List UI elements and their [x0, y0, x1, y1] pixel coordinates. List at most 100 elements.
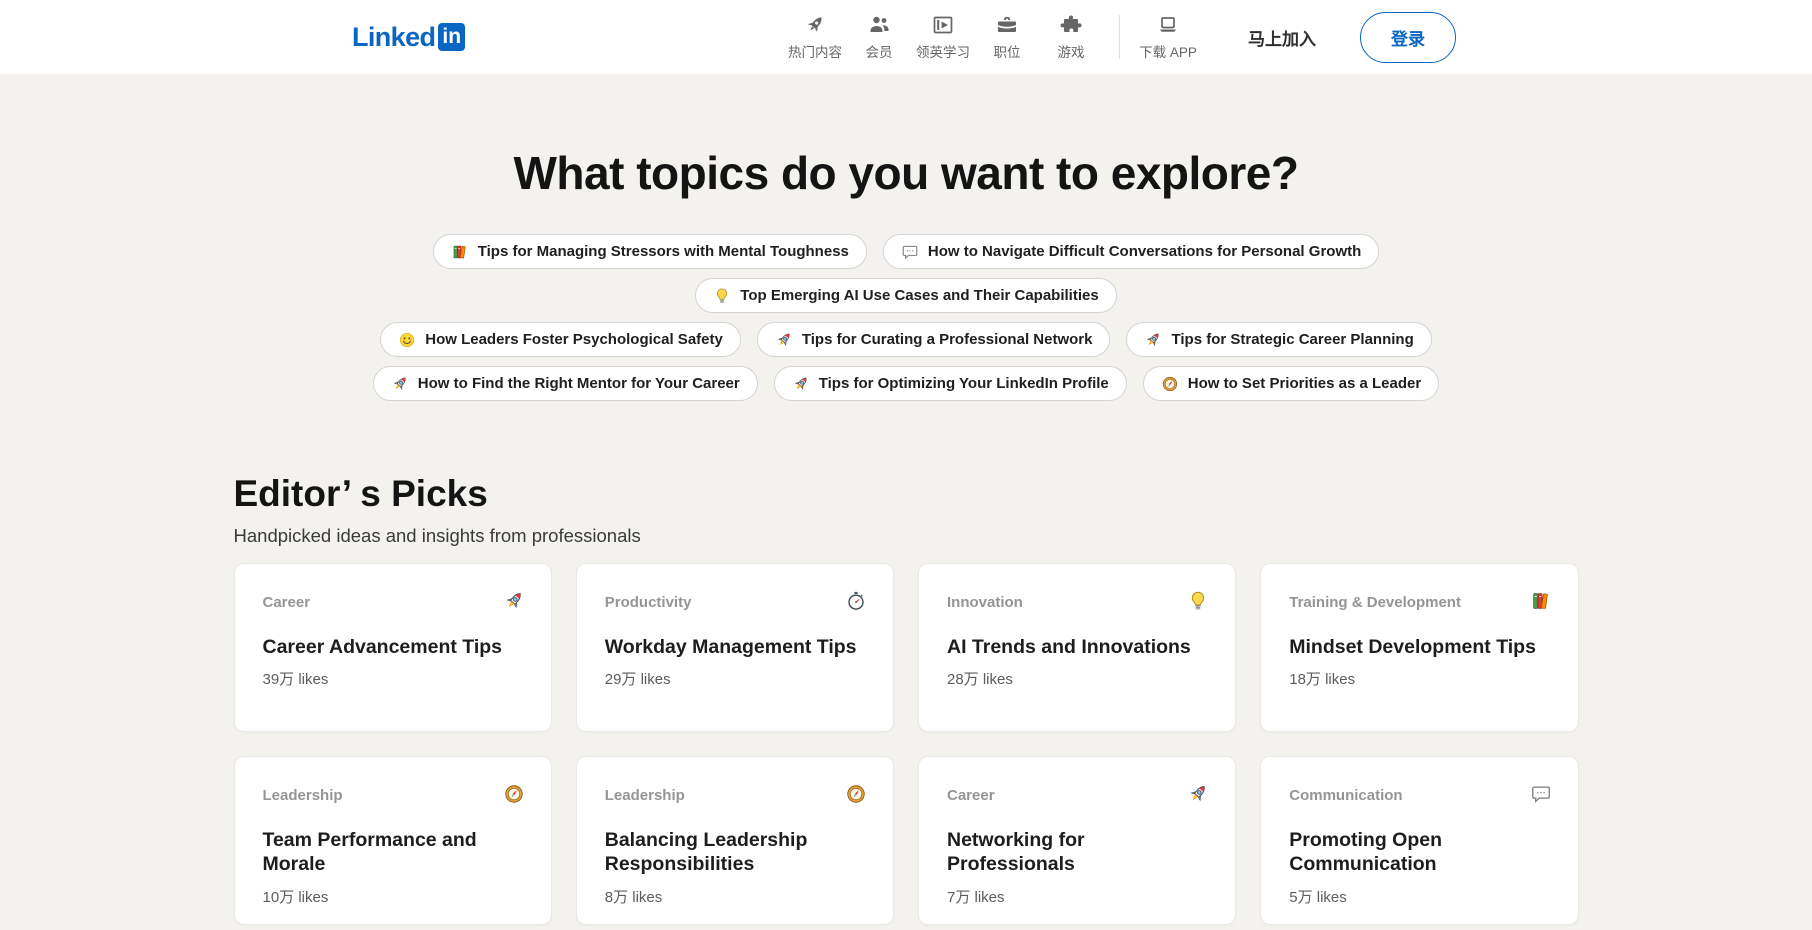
topic-pill[interactable]: How to Navigate Difficult Conversations …	[883, 234, 1379, 269]
card-title: Balancing Leadership Responsibilities	[605, 828, 865, 877]
topic-pill-label: How to Set Priorities as a Leader	[1188, 375, 1421, 392]
books-icon	[1530, 590, 1552, 612]
explore-topics-section: What topics do you want to explore? Tips…	[0, 74, 1812, 401]
compass-icon	[1161, 375, 1179, 393]
card-title: AI Trends and Innovations	[947, 635, 1207, 659]
card-category: Productivity	[605, 594, 865, 611]
learning-icon	[931, 13, 955, 37]
card-category: Communication	[1289, 787, 1549, 804]
card-likes-count: 29万 likes	[605, 668, 865, 689]
rocket-icon	[775, 331, 793, 349]
editors-pick-card[interactable]: Training & Development Mindset Developme…	[1260, 563, 1578, 732]
card-title: Mindset Development Tips	[1289, 635, 1549, 659]
nav-item-download-app[interactable]: 下载 APP	[1136, 13, 1200, 61]
join-now-link[interactable]: 马上加入	[1248, 25, 1316, 50]
editors-picks-subtitle: Handpicked ideas and insights from profe…	[234, 525, 1579, 547]
bulb-icon	[1187, 590, 1209, 612]
topic-pill[interactable]: Top Emerging AI Use Cases and Their Capa…	[695, 278, 1116, 313]
nav-item-label: 游戏	[1058, 41, 1085, 61]
topic-pill-label: How to Navigate Difficult Conversations …	[928, 243, 1361, 260]
nav-item-label: 会员	[866, 41, 893, 61]
nav-item[interactable]: 会员	[847, 13, 911, 61]
compass-icon	[845, 783, 867, 805]
editors-pick-card[interactable]: Communication Promoting Open Communicati…	[1260, 756, 1578, 925]
card-likes-count: 18万 likes	[1289, 668, 1549, 689]
topic-pill-rows: Tips for Managing Stressors with Mental …	[0, 234, 1812, 401]
navbar-links: 热门内容 会员 领英学习 职位 游戏 下载 APP 马上加入 登录	[783, 12, 1456, 63]
topic-pill-row: How to Find the Right Mentor for Your Ca…	[0, 366, 1812, 401]
nav-divider	[1119, 15, 1120, 59]
speech-icon	[901, 243, 919, 261]
topic-pill[interactable]: Tips for Managing Stressors with Mental …	[433, 234, 867, 269]
sign-in-button[interactable]: 登录	[1360, 12, 1456, 63]
editors-pick-card[interactable]: Innovation AI Trends and Innovations 28万…	[918, 563, 1236, 732]
nav-item-label: 职位	[994, 41, 1021, 61]
nav-item[interactable]: 游戏	[1039, 13, 1103, 61]
smiley-icon	[398, 331, 416, 349]
card-title: Career Advancement Tips	[263, 635, 523, 659]
topic-pill[interactable]: Tips for Optimizing Your LinkedIn Profil…	[774, 366, 1127, 401]
card-likes-count: 28万 likes	[947, 668, 1207, 689]
rocket-icon	[1144, 331, 1162, 349]
card-category: Training & Development	[1289, 594, 1549, 611]
editors-pick-card[interactable]: Leadership Balancing Leadership Responsi…	[576, 756, 894, 925]
compass-icon	[503, 783, 525, 805]
editors-picks-title: Editor’ s Picks	[234, 473, 1579, 515]
speech-icon	[1530, 783, 1552, 805]
laptop-icon	[1156, 13, 1180, 37]
nav-item-label: 下载 APP	[1139, 41, 1197, 61]
topic-pill-row: Tips for Managing Stressors with Mental …	[0, 234, 1812, 269]
topic-pill-label: How Leaders Foster Psychological Safety	[425, 331, 723, 348]
topic-pill[interactable]: How to Find the Right Mentor for Your Ca…	[373, 366, 758, 401]
puzzle-icon	[1059, 13, 1083, 37]
briefcase-icon	[995, 13, 1019, 37]
card-title: Team Performance and Morale	[263, 828, 523, 877]
topic-pill-label: Tips for Strategic Career Planning	[1171, 331, 1413, 348]
nav-item-list: 热门内容 会员 领英学习 职位 游戏	[783, 13, 1103, 61]
card-likes-count: 5万 likes	[1289, 886, 1549, 907]
card-likes-count: 8万 likes	[605, 886, 865, 907]
people-icon	[867, 13, 891, 37]
topic-pill[interactable]: Tips for Strategic Career Planning	[1126, 322, 1431, 357]
card-category: Leadership	[605, 787, 865, 804]
nav-item-label: 热门内容	[788, 41, 842, 61]
linkedin-logo-text: Linked	[352, 22, 435, 53]
topic-pill-label: How to Find the Right Mentor for Your Ca…	[418, 375, 740, 392]
card-title: Workday Management Tips	[605, 635, 865, 659]
card-category: Innovation	[947, 594, 1207, 611]
stopwatch-icon	[845, 590, 867, 612]
bulb-icon	[713, 287, 731, 305]
card-title: Promoting Open Communication	[1289, 828, 1549, 877]
topic-pill[interactable]: How Leaders Foster Psychological Safety	[380, 322, 741, 357]
card-likes-count: 39万 likes	[263, 668, 523, 689]
topic-pill-label: Tips for Optimizing Your LinkedIn Profil…	[819, 375, 1109, 392]
linkedin-logo-badge: in	[438, 23, 465, 51]
rocket-mono-icon	[803, 13, 827, 37]
card-category: Career	[947, 787, 1207, 804]
editors-pick-card[interactable]: Leadership Team Performance and Morale 1…	[234, 756, 552, 925]
topic-pill-row: How Leaders Foster Psychological Safety …	[0, 322, 1812, 357]
editors-picks-grid: Career Career Advancement Tips 39万 likes…	[234, 563, 1579, 925]
card-likes-count: 7万 likes	[947, 886, 1207, 907]
rocket-icon	[792, 375, 810, 393]
topic-pill-label: Tips for Managing Stressors with Mental …	[478, 243, 849, 260]
topic-pill-row: Top Emerging AI Use Cases and Their Capa…	[0, 278, 1812, 313]
topic-pill-label: Tips for Curating a Professional Network	[802, 331, 1093, 348]
linkedin-logo[interactable]: Linked in	[352, 22, 465, 53]
topic-pill[interactable]: How to Set Priorities as a Leader	[1143, 366, 1439, 401]
topic-pill[interactable]: Tips for Curating a Professional Network	[757, 322, 1111, 357]
card-category: Career	[263, 594, 523, 611]
editors-pick-card[interactable]: Career Career Advancement Tips 39万 likes	[234, 563, 552, 732]
nav-item[interactable]: 领英学习	[911, 13, 975, 61]
rocket-icon	[1187, 783, 1209, 805]
nav-item[interactable]: 职位	[975, 13, 1039, 61]
card-likes-count: 10万 likes	[263, 886, 523, 907]
nav-item[interactable]: 热门内容	[783, 13, 847, 61]
card-title: Networking for Professionals	[947, 828, 1207, 877]
editors-picks-section: Editor’ s Picks Handpicked ideas and ins…	[234, 473, 1579, 925]
card-category: Leadership	[263, 787, 523, 804]
rocket-icon	[503, 590, 525, 612]
editors-pick-card[interactable]: Career Networking for Professionals 7万 l…	[918, 756, 1236, 925]
top-navbar: Linked in 热门内容 会员 领英学习 职位 游戏 下载 APP 马上加入…	[0, 0, 1812, 74]
editors-pick-card[interactable]: Productivity Workday Management Tips 29万…	[576, 563, 894, 732]
